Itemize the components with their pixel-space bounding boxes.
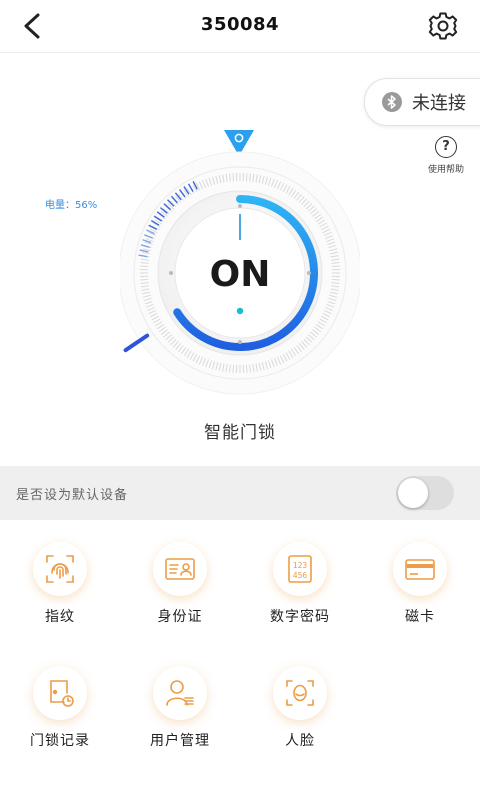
dial-tick: [245, 173, 248, 182]
help-label: 使用帮助: [427, 165, 464, 175]
number-password-label: 数字密码: [270, 609, 330, 625]
lock-record-label: 门锁记录: [30, 733, 90, 749]
page-title: 350084: [200, 14, 280, 35]
id-card-button[interactable]: 身份证: [120, 542, 240, 626]
id-card-label: 身份证: [157, 609, 203, 625]
face-button[interactable]: 人脸: [240, 666, 360, 750]
face-label: 人脸: [285, 733, 315, 749]
bluetooth-status-button[interactable]: 未连接: [364, 78, 480, 126]
device-name: 智能门锁: [204, 423, 276, 443]
dial-tick: [140, 265, 149, 268]
fingerprint-button[interactable]: 指纹: [0, 542, 120, 626]
fingerprint-icon: [33, 542, 87, 596]
dial-tick: [245, 364, 248, 373]
fingerprint-label: 指纹: [45, 609, 75, 625]
svg-text:456: 456: [293, 571, 308, 580]
lock-record-button[interactable]: 门锁记录: [0, 666, 120, 750]
status-indicator-dot: [236, 307, 244, 315]
dial-tick: [331, 265, 340, 268]
lock-state-text: ON: [210, 254, 271, 295]
top-bar: 350084: [0, 0, 480, 53]
lock-record-icon: [33, 666, 87, 720]
bluetooth-icon: [382, 92, 402, 112]
dial-dot: [238, 340, 242, 344]
dial-tick: [232, 364, 235, 373]
question-mark-icon: ?: [435, 136, 457, 158]
dial-tick: [232, 173, 235, 182]
magnetic-card-label: 磁卡: [405, 609, 435, 625]
id-card-icon: [153, 542, 207, 596]
magnetic-card-button[interactable]: 磁卡: [360, 542, 480, 626]
bluetooth-status-text: 未连接: [412, 93, 466, 114]
dial-dot: [307, 271, 311, 275]
magnetic-card-icon: [393, 542, 447, 596]
lock-dial[interactable]: ON: [120, 130, 360, 430]
number-password-button[interactable]: 123 456 数字密码: [240, 542, 360, 626]
help-button[interactable]: ? 使用帮助: [424, 136, 468, 175]
gear-icon: [428, 12, 458, 40]
dial-dot: [238, 204, 242, 208]
default-device-toggle[interactable]: [396, 476, 454, 510]
default-device-label: 是否设为默认设备: [16, 488, 129, 503]
face-icon: [273, 666, 327, 720]
battery-label: 电量：56%: [45, 200, 98, 211]
settings-button[interactable]: [426, 9, 460, 43]
dial-tick: [331, 278, 340, 281]
number-password-icon: 123 456: [273, 542, 327, 596]
user-management-icon: [153, 666, 207, 720]
toggle-knob: [398, 478, 428, 508]
dial-tick: [140, 278, 149, 281]
user-management-button[interactable]: 用户管理: [120, 666, 240, 750]
svg-text:123: 123: [293, 561, 308, 570]
default-device-row: 是否设为默认设备: [0, 466, 480, 520]
user-management-label: 用户管理: [150, 733, 210, 749]
dial-dot: [169, 271, 173, 275]
